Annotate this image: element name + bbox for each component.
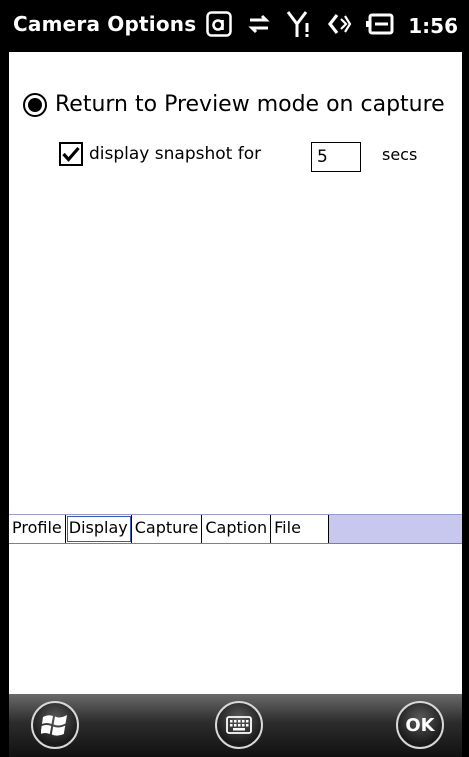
keyboard-button[interactable] [215,701,263,749]
status-area: 1:56 [206,8,458,44]
ok-button[interactable]: OK [396,701,444,749]
preview-mode-radio[interactable] [23,92,47,117]
preview-mode-option[interactable]: Return to Preview mode on capture [23,92,445,117]
tab-caption[interactable]: Caption [202,515,272,543]
seconds-unit-label: secs [382,145,418,164]
battery-icon[interactable] [366,12,394,40]
tab-capture[interactable]: Capture [131,515,203,543]
snapshot-seconds-input[interactable]: 5 [311,142,361,172]
display-options-panel: Return to Preview mode on capture displa… [9,52,462,515]
app-title: Camera Options [13,12,197,36]
signal-icon[interactable] [286,9,312,43]
data-sync-icon[interactable] [246,11,272,41]
display-snapshot-label: display snapshot for [89,144,262,164]
tab-file[interactable]: File [271,515,330,543]
preview-mode-label: Return to Preview mode on capture [55,92,445,117]
speaker-icon[interactable] [326,11,352,41]
display-snapshot-checkbox[interactable] [59,142,83,166]
start-button[interactable] [31,701,79,749]
tab-strip: Profile Display Capture Caption File [9,514,462,544]
empty-area [9,544,462,695]
windows-logo-icon [41,715,67,736]
radio-selected-dot [28,97,42,112]
tab-display[interactable]: Display [65,515,132,543]
checkmark-icon [62,146,80,162]
soft-key-bar: OK [9,694,462,757]
tab-profile[interactable]: Profile [9,515,66,543]
clock[interactable]: 1:56 [408,14,458,38]
a-icon[interactable] [206,11,232,41]
title-bar: Camera Options 1:56 [9,0,462,52]
display-snapshot-option[interactable]: display snapshot for [59,142,261,166]
tab-strip-filler [329,515,462,543]
keyboard-icon [226,716,252,734]
screen: Camera Options 1:56 Return to Preview mo… [9,0,462,757]
